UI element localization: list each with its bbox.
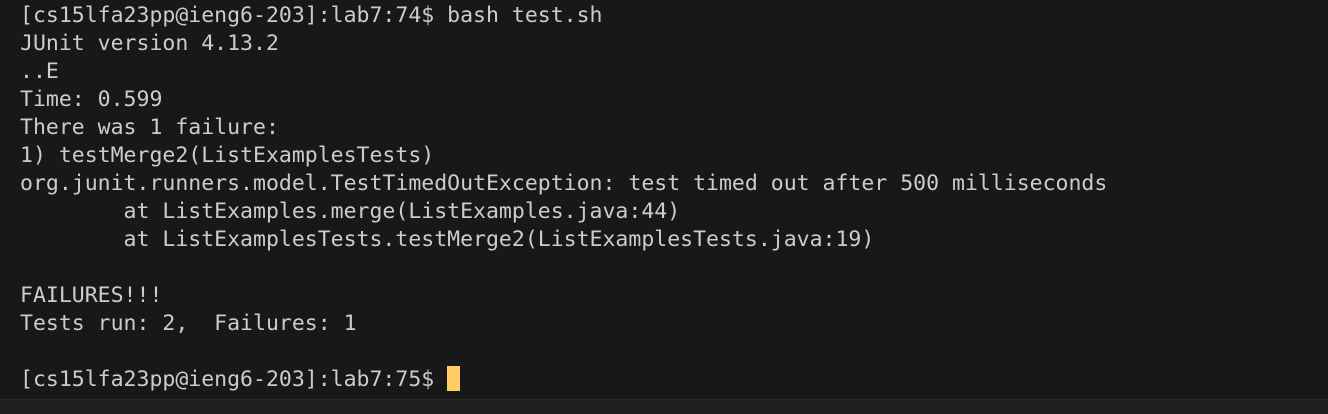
terminal-cursor [447,366,461,391]
terminal-bottom-edge [0,399,1328,414]
terminal-line: 1) testMerge2(ListExamplesTests) [20,143,435,168]
terminal-line: JUnit version 4.13.2 [20,31,279,56]
terminal-line: org.junit.runners.model.TestTimedOutExce… [20,171,1108,196]
terminal-line: at ListExamples.merge(ListExamples.java:… [20,199,681,224]
terminal-prompt-line[interactable]: [cs15lfa23pp@ieng6-203]:lab7:75$ [20,366,1328,394]
terminal-line: There was 1 failure: [20,115,279,140]
terminal-window[interactable]: [cs15lfa23pp@ieng6-203]:lab7:74$ bash te… [0,0,1328,414]
terminal-prompt: [cs15lfa23pp@ieng6-203]:lab7:75$ [20,367,448,392]
terminal-line: Tests run: 2, Failures: 1 [20,311,357,336]
terminal-line: at ListExamplesTests.testMerge2(ListExam… [20,227,875,252]
terminal-line: FAILURES!!! [20,283,163,308]
terminal-line: Time: 0.599 [20,87,163,112]
terminal-line: [cs15lfa23pp@ieng6-203]:lab7:74$ bash te… [20,3,603,28]
terminal-line: ..E [20,59,59,84]
